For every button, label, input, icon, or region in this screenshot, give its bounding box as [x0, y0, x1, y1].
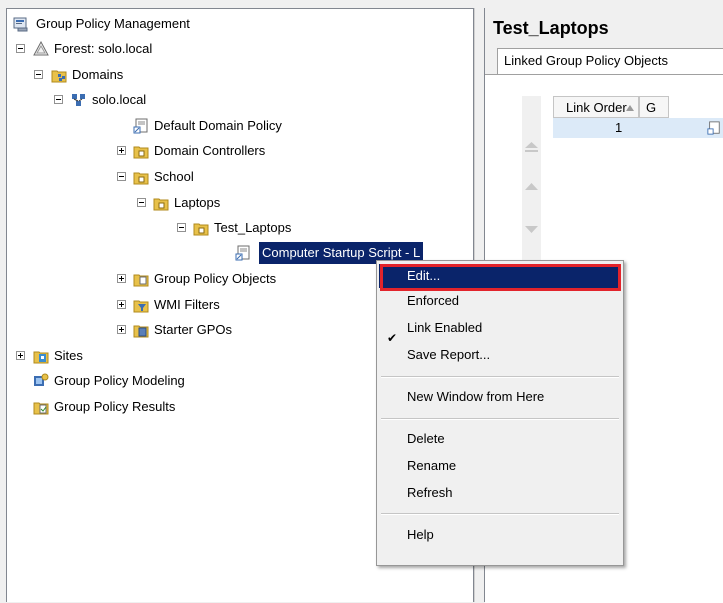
- highlight-annotation-box: [380, 264, 621, 291]
- menu-item-save-report[interactable]: Save Report...: [407, 344, 490, 366]
- expand-toggle-icon[interactable]: [117, 300, 126, 309]
- tree-label: Domain Controllers: [154, 143, 266, 158]
- gpo-link-icon: [235, 245, 250, 261]
- column-header-gpo[interactable]: G: [639, 96, 669, 118]
- collapse-toggle-icon[interactable]: [117, 172, 126, 181]
- gpo-link-icon: [707, 121, 720, 135]
- table-row[interactable]: 1: [553, 118, 723, 138]
- tree-label: WMI Filters: [154, 297, 220, 312]
- forest-triangle-icon: [33, 41, 49, 56]
- starter-gpo-icon: [133, 325, 149, 338]
- collapse-toggle-icon[interactable]: [54, 95, 63, 104]
- expand-toggle-icon[interactable]: [117, 274, 126, 283]
- sites-icon: [33, 351, 49, 364]
- menu-item-help[interactable]: Help: [407, 524, 434, 546]
- ou-folder-icon: [133, 146, 149, 159]
- collapse-toggle-icon[interactable]: [177, 223, 186, 232]
- column-header-link-order[interactable]: Link Order: [553, 96, 639, 118]
- domains-folder-icon: [51, 70, 67, 83]
- menu-item-rename[interactable]: Rename: [407, 455, 456, 477]
- details-title: Test_Laptops: [493, 18, 609, 38]
- tree-label: Domains: [72, 67, 124, 82]
- collapse-toggle-icon[interactable]: [137, 198, 146, 207]
- tree-label: Group Policy Objects: [154, 271, 277, 286]
- expand-toggle-icon[interactable]: [117, 325, 126, 334]
- tree-label: Default Domain Policy: [154, 118, 282, 133]
- tree-label: solo.local: [92, 92, 147, 107]
- tree-label: Group Policy Modeling: [54, 373, 185, 388]
- gpo-folder-icon: [133, 274, 149, 287]
- ou-folder-icon: [153, 198, 169, 211]
- menu-item-delete[interactable]: Delete: [407, 428, 445, 450]
- checkmark-icon: ✔: [387, 331, 398, 345]
- gpo-link-icon: [133, 118, 148, 134]
- menu-item-new-window[interactable]: New Window from Here: [407, 386, 544, 408]
- tree-label: School: [154, 169, 194, 184]
- tree-label: Sites: [54, 348, 83, 363]
- column-header-label: Link Order: [566, 100, 627, 115]
- context-menu: Edit... Enforced ✔ Link Enabled Save Rep…: [376, 260, 624, 566]
- tree-label: Test_Laptops: [214, 220, 292, 235]
- menu-separator: [381, 418, 619, 420]
- menu-item-refresh[interactable]: Refresh: [407, 482, 453, 504]
- collapse-toggle-icon[interactable]: [34, 70, 43, 79]
- ou-folder-icon: [133, 172, 149, 185]
- tree-label: Starter GPOs: [154, 322, 233, 337]
- expand-toggle-icon[interactable]: [117, 146, 126, 155]
- domain-icon: [72, 94, 85, 106]
- ou-folder-icon: [193, 223, 209, 236]
- move-down-icon[interactable]: [524, 224, 539, 234]
- move-up-icon[interactable]: [524, 182, 539, 192]
- menu-separator: [381, 513, 619, 515]
- wmi-filter-icon: [133, 300, 149, 313]
- tree-label: Group Policy Management: [36, 16, 190, 31]
- results-icon: [33, 402, 49, 415]
- gpm-console-icon: [13, 17, 28, 32]
- link-order-cell: 1: [615, 120, 623, 135]
- tab-linked-gpos[interactable]: Linked Group Policy Objects: [497, 48, 723, 74]
- collapse-toggle-icon[interactable]: [16, 44, 25, 53]
- tree-label: Laptops: [174, 195, 221, 210]
- tree-label: Group Policy Results: [54, 399, 176, 414]
- menu-separator: [381, 376, 619, 378]
- modeling-icon: [34, 373, 49, 386]
- menu-item-enforced[interactable]: Enforced: [407, 290, 459, 312]
- menu-item-link-enabled[interactable]: Link Enabled: [407, 317, 482, 339]
- column-header-label: G: [646, 100, 657, 115]
- move-to-top-icon[interactable]: [524, 140, 539, 156]
- expand-toggle-icon[interactable]: [16, 351, 25, 360]
- tree-label: Forest: solo.local: [54, 41, 153, 56]
- sort-ascending-icon: [626, 105, 634, 111]
